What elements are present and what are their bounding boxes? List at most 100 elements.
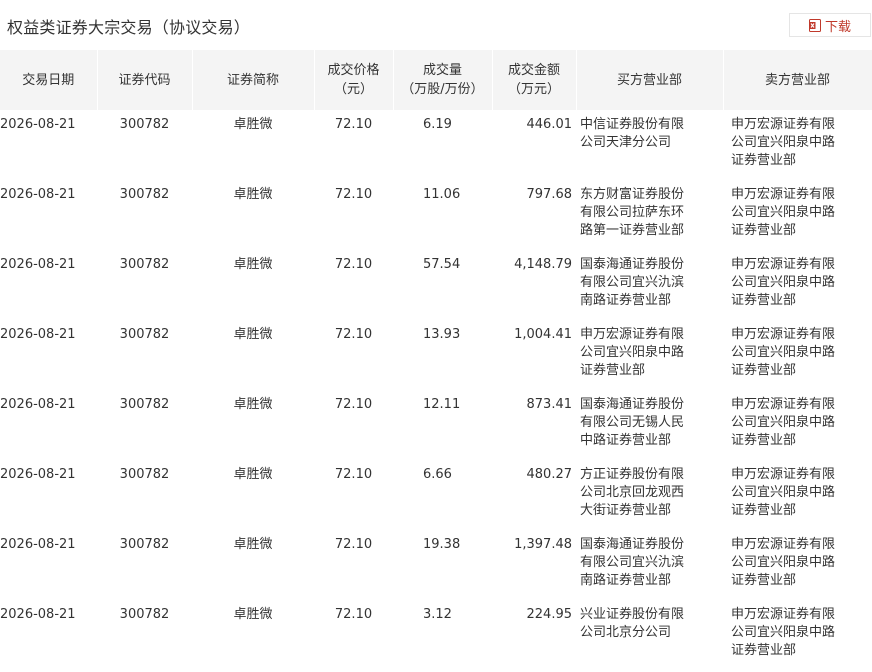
cell-seller: 申万宏源证券有限公司宜兴阳泉中路证券营业部 bbox=[723, 530, 872, 600]
cell-security-code: 300782 bbox=[97, 110, 192, 180]
download-label: 下载 bbox=[824, 19, 851, 35]
cell-volume-text: 13.93 bbox=[423, 327, 461, 342]
header-volume-line: 成交量 bbox=[422, 63, 462, 78]
cell-buyer: 中信证券股份有限公司天津分公司 bbox=[576, 110, 723, 180]
cell-volume-text: 3.12 bbox=[423, 607, 452, 622]
cell-amount-text: 480.27 bbox=[526, 467, 573, 482]
cell-amount-text: 1,397.48 bbox=[514, 537, 572, 552]
cell-amount: 446.01 bbox=[492, 110, 576, 180]
cell-price-text: 72.10 bbox=[334, 117, 373, 132]
cell-security-name-text: 卓胜微 bbox=[233, 117, 273, 132]
cell-seller: 申万宏源证券有限公司宜兴阳泉中路证券营业部 bbox=[723, 600, 872, 670]
table-row: 2026-08-21 300782 卓胜微 72.10 6.19 446.01 中信证券股份… bbox=[0, 110, 872, 180]
cell-security-code-text: 300782 bbox=[119, 537, 170, 552]
cell-security-name: 卓胜微 bbox=[192, 600, 314, 670]
cell-price: 72.10 bbox=[314, 600, 393, 670]
header-security-code: 证券代码 bbox=[97, 50, 193, 110]
cell-security-name-text: 卓胜微 bbox=[233, 187, 273, 202]
header-security-name-line: 证券简称 bbox=[226, 72, 279, 88]
cell-seller-text: 申万宏源证券有限公司宜兴阳泉中路证券营业部 bbox=[731, 117, 836, 168]
cell-price: 72.10 bbox=[314, 110, 393, 180]
cell-buyer: 东方财富证券股份有限公司拉萨东环路第一证券营业部 bbox=[576, 180, 723, 250]
cell-security-code-text: 300782 bbox=[119, 467, 170, 482]
cell-trade-date: 2026-08-21 bbox=[0, 320, 97, 390]
cell-volume: 6.19 bbox=[393, 110, 492, 180]
cell-price: 72.10 bbox=[314, 180, 393, 250]
cell-volume: 57.54 bbox=[393, 250, 492, 320]
cell-security-code: 300782 bbox=[97, 460, 192, 530]
table-row: 2026-08-21 300782 卓胜微 72.10 3.12 224.95 兴业证券股份… bbox=[0, 600, 872, 670]
header-security-code-line: 证券代码 bbox=[118, 72, 171, 88]
cell-security-code: 300782 bbox=[97, 180, 192, 250]
cell-security-name: 卓胜微 bbox=[192, 180, 314, 250]
cell-amount: 797.68 bbox=[492, 180, 576, 250]
cell-trade-date: 2026-08-21 bbox=[0, 110, 97, 180]
cell-seller-text: 申万宏源证券有限公司宜兴阳泉中路证券营业部 bbox=[731, 397, 836, 448]
page-header: 权益类证券大宗交易（协议交易） 下载 bbox=[0, 0, 872, 50]
cell-price-text: 72.10 bbox=[334, 397, 373, 412]
header-trade-date: 交易日期 bbox=[0, 50, 98, 110]
cell-trade-date-text: 2026-08-21 bbox=[0, 607, 76, 622]
cell-seller: 申万宏源证券有限公司宜兴阳泉中路证券营业部 bbox=[723, 250, 872, 320]
cell-seller: 申万宏源证券有限公司宜兴阳泉中路证券营业部 bbox=[723, 180, 872, 250]
cell-price-text: 72.10 bbox=[334, 257, 373, 272]
cell-trade-date: 2026-08-21 bbox=[0, 390, 97, 460]
cell-trade-date-text: 2026-08-21 bbox=[0, 117, 76, 132]
cell-price: 72.10 bbox=[314, 530, 393, 600]
cell-security-code: 300782 bbox=[97, 250, 192, 320]
table-row: 2026-08-21 300782 卓胜微 72.10 13.93 1,004.41 申万宏… bbox=[0, 320, 872, 390]
cell-volume-text: 19.38 bbox=[423, 537, 461, 552]
cell-security-code-text: 300782 bbox=[119, 607, 170, 622]
cell-security-name: 卓胜微 bbox=[192, 250, 314, 320]
cell-trade-date-text: 2026-08-21 bbox=[0, 537, 76, 552]
cell-buyer-text: 国泰海通证券股份有限公司宜兴氿滨南路证券营业部 bbox=[580, 537, 685, 588]
header-amount-line: （万元） bbox=[507, 82, 560, 97]
cell-buyer-text: 东方财富证券股份有限公司拉萨东环路第一证券营业部 bbox=[580, 187, 685, 238]
cell-trade-date: 2026-08-21 bbox=[0, 180, 97, 250]
cell-volume: 13.93 bbox=[393, 320, 492, 390]
cell-trade-date-text: 2026-08-21 bbox=[0, 187, 76, 202]
header-amount-line: 成交金额 bbox=[507, 63, 560, 78]
header-price-line: （元） bbox=[333, 82, 373, 97]
cell-amount-text: 224.95 bbox=[526, 607, 573, 622]
header-buyer-line: 买方营业部 bbox=[616, 72, 682, 88]
cell-security-code-text: 300782 bbox=[119, 257, 170, 272]
cell-volume-text: 57.54 bbox=[423, 257, 461, 272]
cell-volume: 11.06 bbox=[393, 180, 492, 250]
header-amount: 成交金额 （万元） bbox=[492, 50, 577, 110]
cell-price-text: 72.10 bbox=[334, 467, 373, 482]
cell-amount: 873.41 bbox=[492, 390, 576, 460]
table-header-row: 交易日期 证券代码 证券简称 成交价格 （元） 成交量 （万股/万份） 成交金额 （万元） 买方营… bbox=[0, 50, 872, 110]
cell-volume: 3.12 bbox=[393, 600, 492, 670]
download-button[interactable]: 下载 bbox=[789, 13, 871, 37]
cell-security-code: 300782 bbox=[97, 390, 192, 460]
cell-buyer-text: 方正证券股份有限公司北京回龙观西大街证券营业部 bbox=[580, 467, 685, 518]
cell-seller-text: 申万宏源证券有限公司宜兴阳泉中路证券营业部 bbox=[731, 187, 836, 238]
cell-price-text: 72.10 bbox=[334, 187, 373, 202]
table-row: 2026-08-21 300782 卓胜微 72.10 12.11 873.41 国泰海通证… bbox=[0, 390, 872, 460]
cell-amount: 480.27 bbox=[492, 460, 576, 530]
cell-trade-date-text: 2026-08-21 bbox=[0, 327, 76, 342]
cell-buyer-text: 兴业证券股份有限公司北京分公司 bbox=[580, 607, 685, 640]
cell-trade-date: 2026-08-21 bbox=[0, 530, 97, 600]
cell-security-name-text: 卓胜微 bbox=[233, 537, 273, 552]
cell-buyer: 申万宏源证券有限公司宜兴阳泉中路证券营业部 bbox=[576, 320, 723, 390]
cell-security-code-text: 300782 bbox=[119, 327, 170, 342]
cell-security-code: 300782 bbox=[97, 600, 192, 670]
cell-security-code-text: 300782 bbox=[119, 187, 170, 202]
cell-buyer: 方正证券股份有限公司北京回龙观西大街证券营业部 bbox=[576, 460, 723, 530]
block-trade-table: 交易日期 证券代码 证券简称 成交价格 （元） 成交量 （万股/万份） 成交金额 （万元） 买方营… bbox=[0, 50, 872, 670]
cell-buyer: 国泰海通证券股份有限公司宜兴氿滨南路证券营业部 bbox=[576, 250, 723, 320]
cell-seller-text: 申万宏源证券有限公司宜兴阳泉中路证券营业部 bbox=[731, 467, 836, 518]
cell-buyer: 兴业证券股份有限公司北京分公司 bbox=[576, 600, 723, 670]
cell-price: 72.10 bbox=[314, 460, 393, 530]
cell-volume-text: 12.11 bbox=[423, 397, 461, 412]
page-title: 权益类证券大宗交易（协议交易） bbox=[7, 18, 251, 37]
header-trade-date-line: 交易日期 bbox=[22, 72, 75, 88]
cell-security-code-text: 300782 bbox=[119, 117, 170, 132]
header-price: 成交价格 （元） bbox=[314, 50, 394, 110]
header-volume-line: （万股/万份） bbox=[401, 82, 484, 97]
cell-buyer: 国泰海通证券股份有限公司宜兴氿滨南路证券营业部 bbox=[576, 530, 723, 600]
cell-trade-date-text: 2026-08-21 bbox=[0, 257, 76, 272]
cell-volume: 12.11 bbox=[393, 390, 492, 460]
